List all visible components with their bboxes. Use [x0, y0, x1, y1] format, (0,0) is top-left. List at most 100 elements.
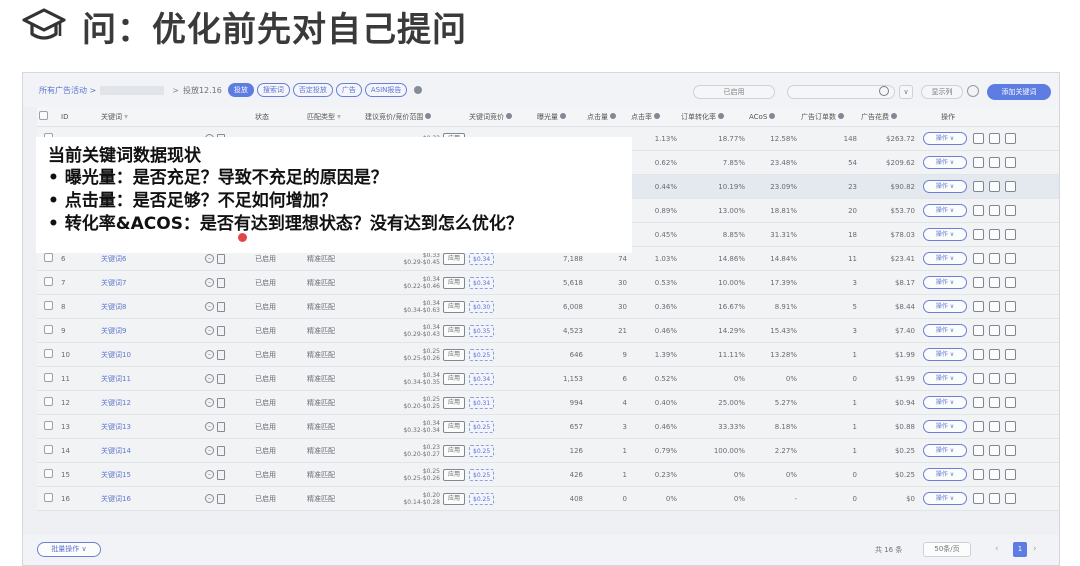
grid-icon[interactable]	[1005, 277, 1016, 288]
row-actions-button[interactable]: 操作 ∨	[923, 156, 967, 169]
keyword-link[interactable]: 关键词11	[101, 375, 131, 383]
row-actions-button[interactable]: 操作 ∨	[923, 132, 967, 145]
row-actions-button[interactable]: 操作 ∨	[923, 180, 967, 193]
document-icon[interactable]	[217, 397, 225, 408]
apply-bid-button[interactable]: 应用	[443, 252, 465, 265]
apply-bid-button[interactable]: 应用	[443, 348, 465, 361]
settings-icon[interactable]	[967, 85, 979, 97]
keyword-bid-input[interactable]: $0.34	[469, 372, 495, 385]
chart-icon[interactable]	[973, 253, 984, 264]
apply-bid-button[interactable]: 应用	[443, 444, 465, 457]
add-keyword-button[interactable]: 添加关键词	[987, 84, 1051, 100]
table-row[interactable]: 13 关键词13– 已启用 精准匹配 $0.34 $0.32-$0.34 应用 $0.25 65…	[37, 415, 1059, 439]
chart-icon[interactable]	[973, 157, 984, 168]
keyword-bid-input[interactable]: $0.34	[469, 276, 495, 289]
search-mode-dropdown[interactable]: ∨	[899, 85, 913, 99]
pause-toggle-icon[interactable]: –	[205, 277, 214, 287]
current-page-button[interactable]: 1	[1013, 542, 1027, 557]
row-checkbox[interactable]	[43, 349, 53, 358]
chart-icon[interactable]	[973, 397, 984, 408]
list-icon[interactable]	[989, 229, 1000, 240]
chart-icon[interactable]	[973, 301, 984, 312]
tab-asin-report[interactable]: ASIN报告	[364, 83, 408, 97]
chart-icon[interactable]	[973, 277, 984, 288]
tab-negative-targeting[interactable]: 否定投放	[292, 83, 333, 97]
document-icon[interactable]	[217, 373, 225, 384]
pause-toggle-icon[interactable]: –	[205, 445, 214, 455]
page-size-select[interactable]: 50条/页	[923, 542, 971, 557]
list-icon[interactable]	[989, 445, 1000, 456]
grid-icon[interactable]	[1005, 181, 1016, 192]
list-icon[interactable]	[989, 133, 1000, 144]
prev-page-button[interactable]: ‹	[995, 544, 999, 554]
keyword-link[interactable]: 关键词13	[101, 423, 131, 431]
document-icon[interactable]	[217, 349, 225, 360]
row-checkbox[interactable]	[43, 469, 53, 478]
list-icon[interactable]	[989, 349, 1000, 360]
apply-bid-button[interactable]: 应用	[443, 300, 465, 313]
row-checkbox[interactable]	[43, 253, 53, 262]
row-actions-button[interactable]: 操作 ∨	[923, 396, 967, 409]
pause-toggle-icon[interactable]: –	[205, 349, 214, 359]
row-checkbox[interactable]	[43, 493, 53, 502]
row-checkbox[interactable]	[43, 445, 53, 454]
grid-icon[interactable]	[1005, 301, 1016, 312]
list-icon[interactable]	[989, 157, 1000, 168]
list-icon[interactable]	[989, 469, 1000, 480]
keyword-link[interactable]: 关键词6	[101, 255, 126, 263]
grid-icon[interactable]	[1005, 445, 1016, 456]
list-icon[interactable]	[989, 325, 1000, 336]
list-icon[interactable]	[989, 397, 1000, 408]
document-icon[interactable]	[217, 469, 225, 480]
status-filter-select[interactable]: 已启用	[693, 85, 775, 99]
keyword-link[interactable]: 关键词15	[101, 471, 131, 479]
table-row[interactable]: 14 关键词14– 已启用 精准匹配 $0.23 $0.20-$0.27 应用 $0.25 12…	[37, 439, 1059, 463]
document-icon[interactable]	[217, 325, 225, 336]
grid-icon[interactable]	[1005, 421, 1016, 432]
keyword-link[interactable]: 关键词8	[101, 303, 126, 311]
keyword-bid-input[interactable]: $0.35	[469, 324, 495, 337]
list-icon[interactable]	[989, 253, 1000, 264]
document-icon[interactable]	[217, 493, 225, 504]
grid-icon[interactable]	[1005, 469, 1016, 480]
chart-icon[interactable]	[973, 205, 984, 216]
pause-toggle-icon[interactable]: –	[205, 469, 214, 479]
search-icon[interactable]	[879, 86, 889, 96]
list-icon[interactable]	[989, 301, 1000, 312]
document-icon[interactable]	[217, 445, 225, 456]
row-actions-button[interactable]: 操作 ∨	[923, 444, 967, 457]
document-icon[interactable]	[217, 277, 225, 288]
document-icon[interactable]	[217, 421, 225, 432]
chart-icon[interactable]	[973, 229, 984, 240]
apply-bid-button[interactable]: 应用	[443, 420, 465, 433]
apply-bid-button[interactable]: 应用	[443, 372, 465, 385]
keyword-link[interactable]: 关键词10	[101, 351, 131, 359]
table-row[interactable]: 11 关键词11– 已启用 精准匹配 $0.34 $0.34-$0.35 应用 $0.34 1,…	[37, 367, 1059, 391]
table-row[interactable]: 12 关键词12– 已启用 精准匹配 $0.25 $0.20-$0.25 应用 $0.31 99…	[37, 391, 1059, 415]
row-checkbox[interactable]	[43, 421, 53, 430]
table-row[interactable]: 9 关键词9– 已启用 精准匹配 $0.34 $0.29-$0.43 应用 $0.35 4,52…	[37, 319, 1059, 343]
keyword-bid-input[interactable]: $0.30	[469, 300, 495, 313]
tab-targeting[interactable]: 投放	[227, 83, 254, 97]
list-icon[interactable]	[989, 277, 1000, 288]
grid-icon[interactable]	[1005, 397, 1016, 408]
list-icon[interactable]	[989, 373, 1000, 384]
row-actions-button[interactable]: 操作 ∨	[923, 228, 967, 241]
tab-ads[interactable]: 广告	[335, 83, 362, 97]
row-checkbox[interactable]	[43, 301, 53, 310]
grid-icon[interactable]	[1005, 325, 1016, 336]
grid-icon[interactable]	[1005, 349, 1016, 360]
row-actions-button[interactable]: 操作 ∨	[923, 252, 967, 265]
table-row[interactable]: 16 关键词16– 已启用 精准匹配 $0.20 $0.14-$0.28 应用 $0.25 40…	[37, 487, 1059, 511]
keyword-link[interactable]: 关键词16	[101, 495, 131, 503]
row-actions-button[interactable]: 操作 ∨	[923, 420, 967, 433]
grid-icon[interactable]	[1005, 205, 1016, 216]
grid-icon[interactable]	[1005, 373, 1016, 384]
list-icon[interactable]	[989, 493, 1000, 504]
pause-toggle-icon[interactable]: –	[205, 397, 214, 407]
keyword-link[interactable]: 关键词12	[101, 399, 131, 407]
row-actions-button[interactable]: 操作 ∨	[923, 468, 967, 481]
keyword-bid-input[interactable]: $0.25	[469, 468, 495, 481]
table-row[interactable]: 15 关键词15– 已启用 精准匹配 $0.25 $0.25-$0.26 应用 $0.25 42…	[37, 463, 1059, 487]
show-columns-button[interactable]: 显示列	[921, 85, 963, 99]
